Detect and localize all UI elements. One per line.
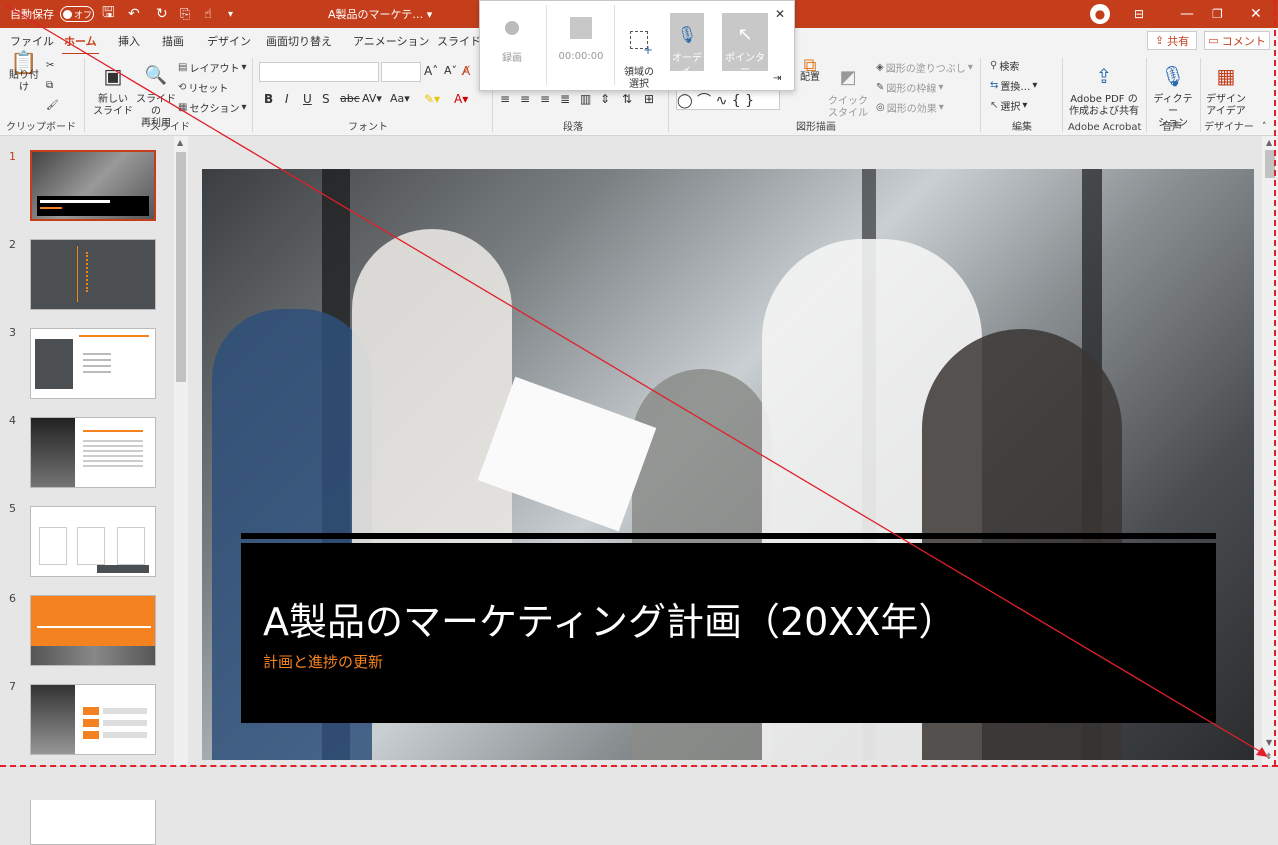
annotation-arrow: [4, 4, 1268, 757]
